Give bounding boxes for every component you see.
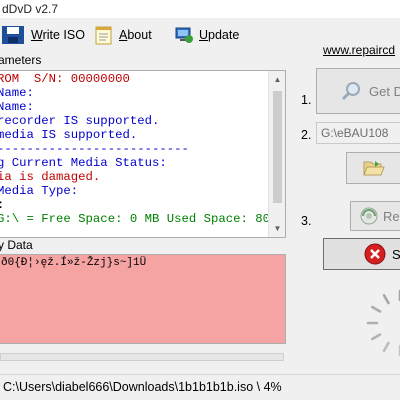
log-line: Name: [0, 86, 34, 100]
repair-label: Re [383, 208, 400, 224]
scroll-thumb[interactable] [273, 91, 282, 203]
log-line: ROM S/N: 00000000 [0, 72, 130, 86]
status-bar: C:\Users\diabel666\Downloads\1b1b1b1b.is… [0, 374, 400, 400]
log-line: Media Type: [0, 184, 79, 198]
menu-update[interactable]: Update [174, 24, 239, 46]
notepad-icon [94, 25, 114, 45]
computer-update-icon [174, 25, 194, 45]
stop-icon [364, 243, 386, 265]
menu-update-label: Update [199, 28, 240, 42]
menu-write-iso-label: Write ISO [31, 28, 85, 42]
busy-spinner-icon [366, 289, 400, 357]
website-link[interactable]: www.repaircd [323, 43, 395, 57]
log-line: g Current Media Status: [0, 156, 167, 170]
progress-bar [0, 353, 284, 361]
save-disk-icon [0, 25, 26, 45]
step-2-label: 2. [301, 128, 312, 142]
step-3-label: 3. [301, 214, 312, 228]
title-bar: dDvD v2.7 [0, 0, 400, 18]
menu-write-iso[interactable]: Write ISO [0, 24, 85, 46]
step-1-label: 1. [301, 93, 312, 107]
log-line: media IS supported. [0, 128, 138, 142]
log-line: : [0, 198, 4, 212]
raw-data-box: ð0{Ð¦›ęž.Í»ž-Žzj}s~]1Ü [0, 254, 286, 344]
log-line: Name: [0, 100, 34, 114]
menu-about-label: About [119, 28, 152, 42]
repair-disc-icon [359, 206, 379, 226]
get-data-label: Get D [369, 83, 400, 99]
log-line: recorder IS supported. [0, 114, 160, 128]
status-path: C:\Users\diabel666\Downloads\1b1b1b1b.is… [3, 380, 282, 394]
magnifier-icon [341, 80, 363, 102]
window-title: dDvD v2.7 [2, 2, 59, 16]
stop-button[interactable]: S [323, 238, 400, 270]
parameters-log[interactable]: ROM S/N: 00000000 Name: Name: recorder I… [0, 70, 286, 238]
scroll-down-icon[interactable]: ▼ [269, 220, 285, 237]
get-data-button[interactable]: Get D [316, 68, 400, 114]
stop-label: S [392, 246, 400, 262]
menu-about[interactable]: About [94, 24, 152, 46]
drive-path-field[interactable]: G:\eBAU108 [316, 122, 400, 144]
folder-open-icon [363, 158, 385, 178]
log-line: -------------------------- [0, 142, 189, 156]
log-line: ia is damaged. [0, 170, 101, 184]
raw-data-text: ð0{Ð¦›ęž.Í»ž-Žzj}s~]1Ü [1, 257, 147, 269]
log-line: G:\ = Free Space: 0 MB Used Space: 800 [0, 212, 278, 226]
parameters-group-label: ameters [0, 53, 45, 67]
scroll-up-icon[interactable]: ▲ [269, 71, 285, 88]
browse-button[interactable] [346, 152, 400, 184]
raw-data-label: y Data [0, 238, 33, 252]
log-scrollbar[interactable]: ▲ ▼ [268, 71, 285, 237]
repair-button[interactable]: Re [350, 201, 400, 231]
